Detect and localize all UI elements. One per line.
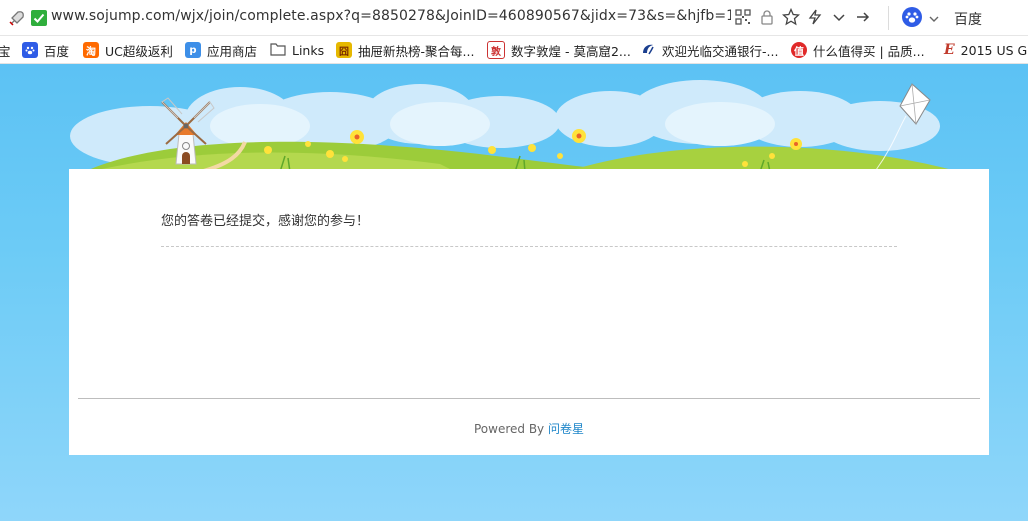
bookmark-item[interactable]: E 2015 US G xyxy=(944,41,1027,59)
lock-icon[interactable] xyxy=(758,8,776,26)
bookmarks-bar: 宝 百度 淘 UC超级返利 p 应用商店 Links 囧 抽屉新热榜-聚合每..… xyxy=(0,36,1028,64)
bookmark-label: Links xyxy=(292,42,325,58)
bookmark-label: 百度 xyxy=(44,43,70,59)
bookmark-item[interactable]: Links xyxy=(270,41,324,59)
e-icon: E xyxy=(944,42,955,58)
baidu-paw-icon xyxy=(22,42,38,58)
bookmark-label: 应用商店 xyxy=(207,43,258,59)
bocom-icon xyxy=(640,41,656,60)
folder-icon xyxy=(270,42,286,59)
forward-arrow-icon[interactable] xyxy=(854,8,872,26)
wenjuanxing-link[interactable]: 问卷星 xyxy=(548,422,584,436)
star-icon[interactable] xyxy=(782,8,800,26)
url-field[interactable]: www.sojump.com/wjx/join/complete.aspx?q=… xyxy=(51,8,731,24)
powered-by: Powered By 问卷星 xyxy=(69,420,989,437)
powered-by-prefix: Powered By xyxy=(473,422,545,436)
bookmark-label: 欢迎光临交通银行-... xyxy=(662,43,779,59)
bookmark-item[interactable]: 淘 UC超级返利 xyxy=(83,41,173,59)
bookmark-label: 宝 xyxy=(0,41,11,60)
dashed-divider xyxy=(161,246,897,247)
secure-check-icon[interactable] xyxy=(30,9,48,27)
qr-code-icon[interactable] xyxy=(734,8,752,26)
bookmark-label: 2015 US G xyxy=(960,42,1028,58)
address-separator xyxy=(888,6,889,30)
footer-divider xyxy=(78,398,980,399)
dunhuang-icon: 敦 xyxy=(487,41,505,59)
bookmark-item[interactable]: 囧 抽屉新热榜-聚合每... xyxy=(336,41,474,59)
bookmark-item[interactable]: 百度 xyxy=(22,41,69,59)
smzdm-icon: 值 xyxy=(791,42,807,58)
chevron-down-icon[interactable] xyxy=(830,8,848,26)
taobao-icon: 淘 xyxy=(83,42,99,58)
bookmark-item[interactable]: 敦 数字敦煌 - 莫高窟2... xyxy=(487,41,631,59)
bookmark-item[interactable]: 值 什么值得买 | 品质... xyxy=(791,41,925,59)
rocket-icon[interactable] xyxy=(8,9,26,27)
search-engine-label: 百度 xyxy=(954,12,982,28)
bookmark-label: 什么值得买 | 品质... xyxy=(813,43,925,59)
address-bar: www.sojump.com/wjx/join/complete.aspx?q=… xyxy=(0,0,1028,36)
bookmark-label: 数字敦煌 - 莫高窟2... xyxy=(511,43,631,59)
search-engine-selector[interactable]: 百度 xyxy=(902,7,982,31)
header-scene-illustration xyxy=(70,80,960,174)
bookmark-label: 抽屉新热榜-聚合每... xyxy=(358,43,475,59)
chevron-down-icon xyxy=(928,10,940,29)
page-background: 您的答卷已经提交，感谢您的参与！ Powered By 问卷星 xyxy=(0,64,1028,521)
bookmark-label: UC超级返利 xyxy=(105,43,173,59)
completion-message: 您的答卷已经提交，感谢您的参与！ xyxy=(161,214,370,229)
chouti-icon: 囧 xyxy=(336,42,352,58)
bookmark-item[interactable]: p 应用商店 xyxy=(185,41,257,59)
lightning-icon[interactable] xyxy=(806,8,824,26)
bookmark-item[interactable]: 欢迎光临交通银行-... xyxy=(640,41,778,59)
baidu-paw-icon xyxy=(902,7,922,31)
app-store-icon: p xyxy=(185,42,201,58)
completion-card: 您的答卷已经提交，感谢您的参与！ Powered By 问卷星 xyxy=(69,169,989,455)
bookmark-item[interactable]: 宝 xyxy=(0,41,11,59)
